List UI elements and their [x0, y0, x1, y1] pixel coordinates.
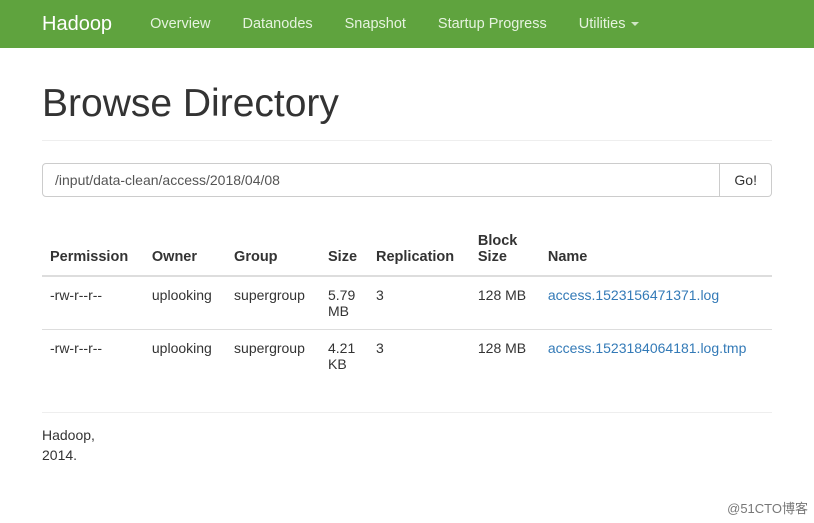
- path-input[interactable]: [42, 163, 720, 197]
- footer: Hadoop, 2014.: [42, 413, 772, 490]
- path-form: Go!: [42, 163, 772, 197]
- table-row: -rw-r--r-- uplooking supergroup 5.79 MB …: [42, 276, 772, 330]
- col-size: Size: [320, 225, 368, 276]
- cell-replication: 3: [368, 276, 470, 330]
- col-name: Name: [540, 225, 772, 276]
- chevron-down-icon: [631, 22, 639, 26]
- table-header-row: Permission Owner Group Size Replication …: [42, 225, 772, 276]
- cell-size: 4.21 KB: [320, 330, 368, 383]
- col-blocksize: Block Size: [470, 225, 540, 276]
- col-replication: Replication: [368, 225, 470, 276]
- nav-startup[interactable]: Startup Progress: [422, 2, 563, 46]
- brand[interactable]: Hadoop: [42, 13, 112, 36]
- cell-owner: uplooking: [144, 330, 226, 383]
- watermark: @51CTO博客: [727, 498, 808, 517]
- cell-permission: -rw-r--r--: [42, 330, 144, 383]
- cell-name: access.1523156471371.log: [540, 276, 772, 330]
- file-link[interactable]: access.1523184064181.log.tmp: [548, 340, 746, 356]
- divider: [42, 140, 772, 141]
- nav-list: Overview Datanodes Snapshot Startup Prog…: [134, 2, 655, 46]
- nav-utilities[interactable]: Utilities: [563, 2, 656, 46]
- nav-utilities-label: Utilities: [579, 16, 626, 32]
- cell-size: 5.79 MB: [320, 276, 368, 330]
- file-link[interactable]: access.1523156471371.log: [548, 287, 719, 303]
- page-title: Browse Directory: [42, 82, 772, 126]
- navbar: Hadoop Overview Datanodes Snapshot Start…: [0, 0, 814, 48]
- cell-permission: -rw-r--r--: [42, 276, 144, 330]
- col-permission: Permission: [42, 225, 144, 276]
- col-owner: Owner: [144, 225, 226, 276]
- table-row: -rw-r--r-- uplooking supergroup 4.21 KB …: [42, 330, 772, 383]
- cell-group: supergroup: [226, 276, 320, 330]
- nav-datanodes[interactable]: Datanodes: [227, 2, 329, 46]
- cell-blocksize: 128 MB: [470, 330, 540, 383]
- cell-name: access.1523184064181.log.tmp: [540, 330, 772, 383]
- cell-replication: 3: [368, 330, 470, 383]
- footer-line1: Hadoop,: [42, 425, 772, 445]
- footer-line2: 2014.: [42, 445, 772, 465]
- directory-table: Permission Owner Group Size Replication …: [42, 225, 772, 382]
- nav-overview[interactable]: Overview: [134, 2, 226, 46]
- col-group: Group: [226, 225, 320, 276]
- cell-blocksize: 128 MB: [470, 276, 540, 330]
- cell-group: supergroup: [226, 330, 320, 383]
- go-button[interactable]: Go!: [720, 163, 772, 197]
- nav-snapshot[interactable]: Snapshot: [329, 2, 422, 46]
- cell-owner: uplooking: [144, 276, 226, 330]
